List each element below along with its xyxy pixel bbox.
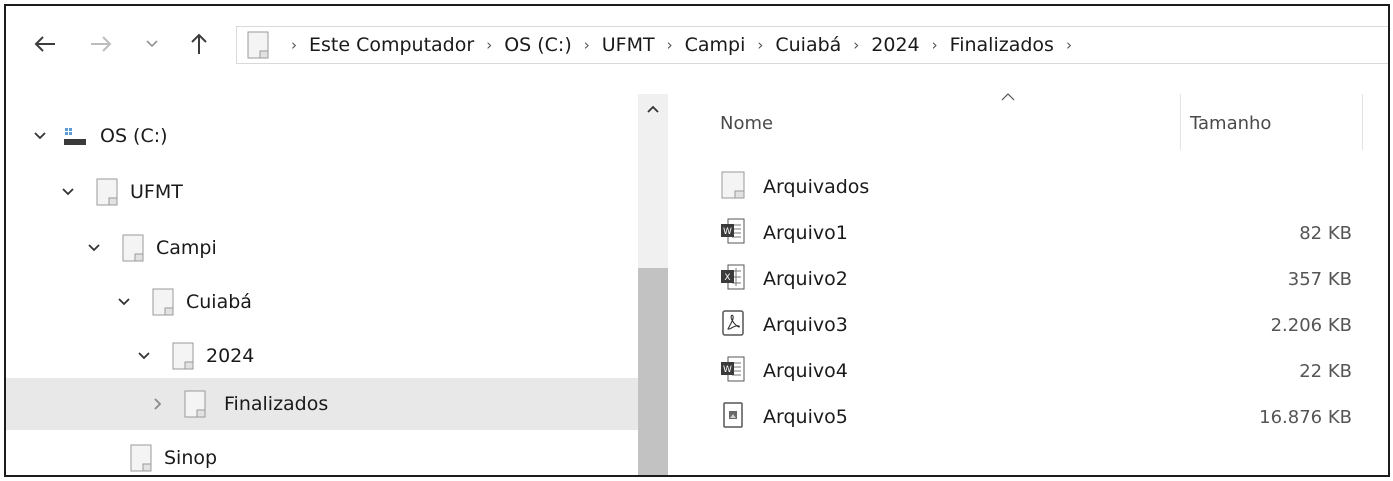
svg-text:X: X (724, 273, 730, 283)
file-size: 82 KB (1299, 222, 1352, 244)
recent-locations-button[interactable] (138, 26, 166, 62)
column-header-size-label: Tamanho (1190, 112, 1272, 134)
back-button[interactable] (28, 26, 62, 62)
column-divider[interactable] (1362, 94, 1363, 150)
tree-item-label: Finalizados (224, 393, 329, 415)
file-name: Arquivo2 (763, 268, 848, 290)
tree-item-ufmt[interactable]: UFMT (6, 166, 638, 218)
breadcrumb-separator-icon[interactable]: › (853, 36, 859, 54)
breadcrumb-finalizados[interactable]: Finalizados (950, 34, 1054, 56)
file-row-arquivo4[interactable]: W Arquivo4 22 KB (668, 348, 1388, 394)
folder-icon (172, 342, 194, 370)
tree-item-label: OS (C:) (100, 125, 168, 147)
navigation-bar: › Este Computador › OS (C:) › UFMT › Cam… (6, 6, 1388, 94)
file-size: 357 KB (1287, 268, 1352, 290)
tree-item-label: Cuiabá (186, 291, 252, 313)
excel-doc-icon: X (721, 264, 745, 290)
svg-text:W: W (723, 227, 732, 237)
breadcrumb-ufmt[interactable]: UFMT (602, 34, 655, 56)
tree-item-os-c[interactable]: OS (C:) (6, 110, 638, 162)
tree-item-sinop[interactable]: Sinop (6, 432, 638, 475)
breadcrumb-separator-icon[interactable]: › (1066, 36, 1072, 54)
tree-item-campi[interactable]: Campi (6, 222, 638, 274)
drive-icon (64, 128, 86, 145)
breadcrumb-separator-icon[interactable]: › (667, 36, 673, 54)
file-size: 22 KB (1299, 360, 1352, 382)
address-bar[interactable]: › Este Computador › OS (C:) › UFMT › Cam… (236, 26, 1388, 64)
file-row-arquivo5[interactable]: Arquivo5 16.876 KB (668, 394, 1388, 440)
chevron-down-icon[interactable] (134, 346, 154, 366)
file-row-arquivo1[interactable]: W Arquivo1 82 KB (668, 210, 1388, 256)
chevron-down-icon[interactable] (58, 182, 78, 202)
file-name: Arquivo3 (763, 314, 848, 336)
breadcrumb-campi[interactable]: Campi (685, 34, 746, 56)
forward-arrow-icon (91, 36, 112, 52)
file-size: 2.206 KB (1270, 314, 1352, 336)
tree-item-label: Sinop (164, 447, 218, 469)
tree-item-2024[interactable]: 2024 (6, 330, 638, 382)
file-name: Arquivados (763, 176, 870, 198)
chevron-down-icon (146, 40, 158, 48)
folder-icon (184, 390, 206, 418)
file-row-arquivo2[interactable]: X Arquivo2 357 KB (668, 256, 1388, 302)
folder-icon (122, 234, 144, 262)
navigation-tree: OS (C:) UFMT Campi Cuiabá 2024 Finalizad… (6, 94, 638, 475)
breadcrumb-2024[interactable]: 2024 (871, 34, 919, 56)
image-file-icon (723, 402, 743, 428)
tree-item-label: Campi (156, 237, 217, 259)
breadcrumb-separator-icon[interactable]: › (757, 36, 763, 54)
sort-ascending-icon (1001, 93, 1015, 101)
breadcrumb-cuiaba[interactable]: Cuiabá (775, 34, 841, 56)
tree-scrollbar[interactable] (638, 94, 668, 475)
folder-icon (152, 288, 174, 316)
breadcrumb-separator-icon[interactable]: › (932, 36, 938, 54)
column-header-name[interactable]: Nome (720, 93, 1180, 152)
chevron-down-icon[interactable] (114, 292, 134, 312)
breadcrumb-este-computador[interactable]: Este Computador (309, 34, 474, 56)
file-row-arquivo3[interactable]: Arquivo3 2.206 KB (668, 302, 1388, 348)
column-divider[interactable] (1180, 94, 1181, 150)
file-name: Arquivo5 (763, 406, 848, 428)
file-name: Arquivo1 (763, 222, 848, 244)
file-row-arquivados[interactable]: Arquivados (668, 164, 1388, 210)
column-header-size[interactable]: Tamanho (1190, 94, 1350, 152)
tree-item-label: 2024 (206, 345, 255, 367)
folder-icon (130, 444, 152, 472)
word-doc-icon: W (721, 218, 745, 244)
chevron-up-icon (647, 105, 659, 113)
word-doc-icon: W (721, 356, 745, 382)
chevron-down-icon[interactable] (30, 126, 50, 146)
file-name: Arquivo4 (763, 360, 848, 382)
file-list: Nome Tamanho Arquivados W Arquivo1 82 KB… (668, 93, 1388, 475)
breadcrumb-separator-icon[interactable]: › (486, 36, 492, 54)
chevron-down-icon[interactable] (84, 238, 104, 258)
breadcrumb-os-c[interactable]: OS (C:) (504, 34, 572, 56)
file-size: 16.876 KB (1259, 406, 1352, 428)
column-header-name-label: Nome (720, 112, 774, 134)
folder-icon (247, 31, 269, 59)
breadcrumb-separator-icon: › (291, 36, 297, 54)
scroll-up-button[interactable] (638, 94, 668, 124)
file-explorer-window: › Este Computador › OS (C:) › UFMT › Cam… (4, 4, 1390, 477)
up-arrow-icon (191, 33, 207, 54)
folder-icon (721, 171, 745, 199)
folder-icon (96, 178, 118, 206)
tree-item-finalizados[interactable]: Finalizados (6, 378, 638, 430)
svg-text:W: W (723, 365, 732, 375)
forward-button[interactable] (84, 26, 118, 62)
back-arrow-icon (34, 36, 55, 52)
tree-item-label: UFMT (130, 181, 183, 203)
tree-item-cuiaba[interactable]: Cuiabá (6, 276, 638, 328)
pdf-doc-icon (722, 310, 744, 336)
chevron-right-icon[interactable] (148, 394, 168, 414)
up-button[interactable] (184, 26, 214, 62)
breadcrumb-separator-icon[interactable]: › (584, 36, 590, 54)
scroll-thumb[interactable] (638, 268, 668, 475)
